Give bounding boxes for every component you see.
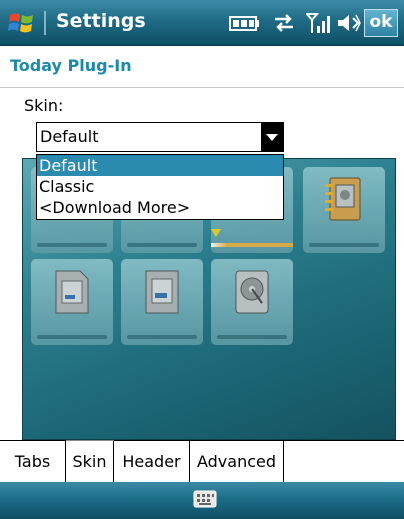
preview-tile (121, 259, 203, 345)
storage-card-icon (55, 270, 89, 314)
dropdown-arrow-button[interactable] (261, 123, 283, 151)
dropdown-option-default[interactable]: Default (37, 155, 283, 176)
title-separator (44, 11, 46, 35)
tab-strip: Tabs Skin Header Advanced (0, 440, 404, 483)
tab-header[interactable]: Header (114, 440, 190, 482)
preview-tile (303, 167, 385, 253)
skin-select[interactable]: Default (36, 122, 284, 152)
dropdown-option-download-more[interactable]: <Download More> (37, 197, 283, 218)
windows-start-icon[interactable] (8, 9, 36, 37)
window-title: Settings (56, 10, 146, 32)
signal-strength-icon[interactable] (306, 12, 332, 34)
memory-card-icon (145, 270, 179, 314)
title-bar: Settings ok (0, 0, 404, 46)
warning-triangle-icon (211, 229, 221, 237)
battery-icon[interactable] (228, 12, 260, 34)
tab-skin[interactable]: Skin (66, 441, 114, 483)
connectivity-icon[interactable] (272, 12, 296, 34)
address-book-icon (325, 177, 361, 221)
volume-icon[interactable] (336, 12, 362, 34)
ok-button[interactable]: ok (364, 9, 398, 37)
skin-select-value: Default (40, 127, 99, 146)
dropdown-option-classic[interactable]: Classic (37, 176, 283, 197)
page-heading-bar: Today Plug-In (0, 46, 404, 88)
chevron-down-icon (266, 134, 278, 141)
tab-tabs[interactable]: Tabs (0, 440, 66, 482)
tab-strip-line (284, 440, 404, 441)
menu-bar (0, 482, 404, 519)
hard-drive-icon (235, 270, 269, 314)
tab-advanced[interactable]: Advanced (190, 440, 284, 482)
content-area: Skin: Default (0, 88, 404, 440)
preview-tile (211, 259, 293, 345)
keyboard-icon[interactable] (193, 490, 217, 508)
page-title: Today Plug-In (10, 56, 132, 75)
preview-tile (31, 259, 113, 345)
skin-label: Skin: (24, 96, 64, 115)
skin-dropdown-list[interactable]: Default Classic <Download More> (36, 154, 284, 220)
